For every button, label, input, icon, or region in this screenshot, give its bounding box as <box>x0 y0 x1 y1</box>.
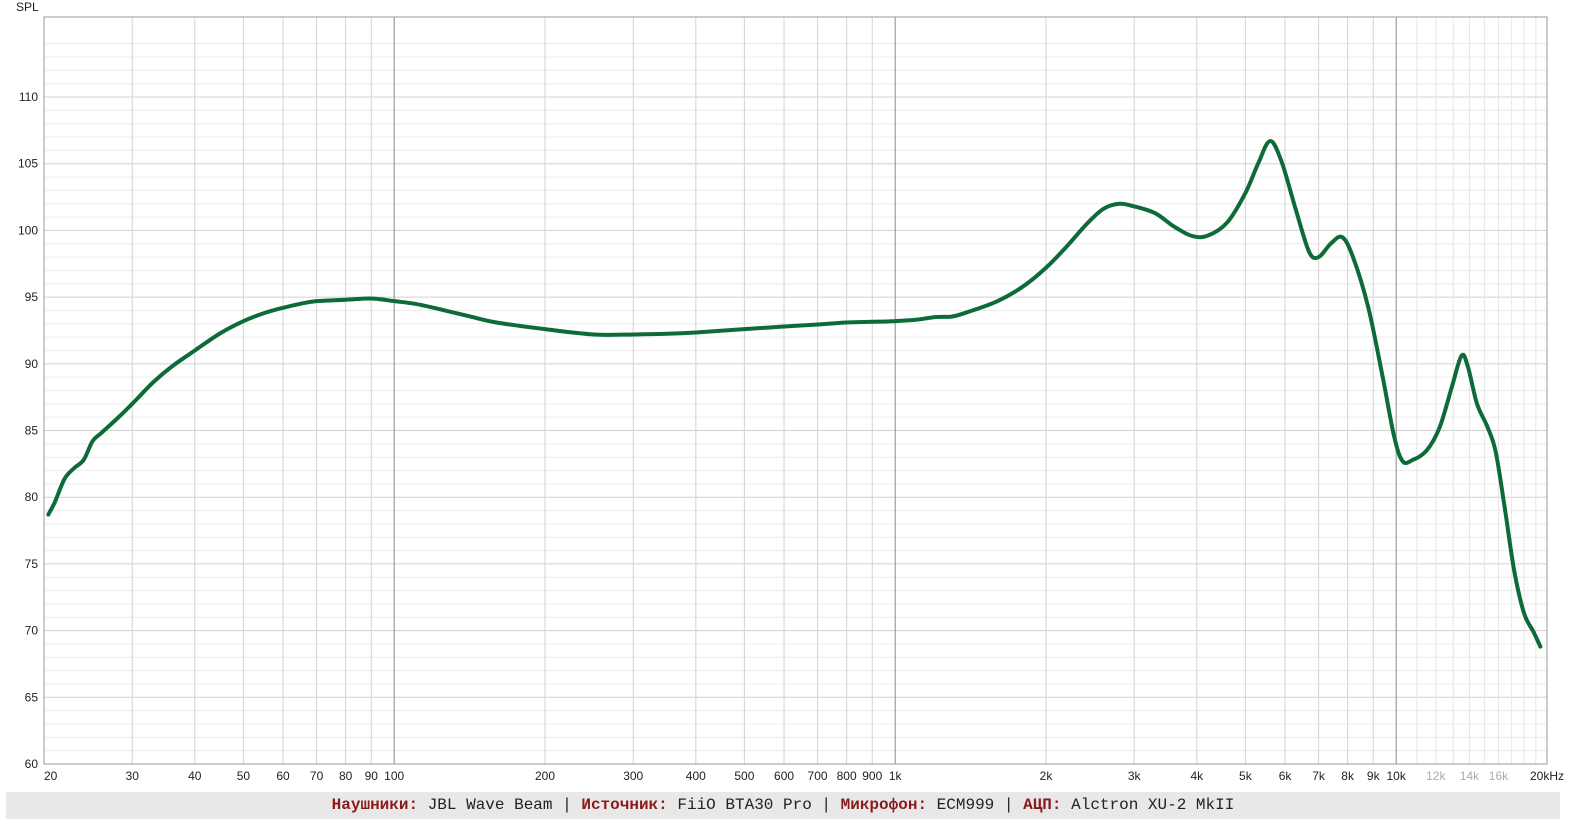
y-tick-label: 90 <box>25 357 39 371</box>
y-tick-label: 100 <box>18 223 38 237</box>
x-tick-label: 800 <box>837 769 857 783</box>
caption-source-key: Источник: <box>581 796 668 814</box>
x-tick-label: 8k <box>1341 769 1355 783</box>
caption-microphone-value: ECM999 <box>936 796 995 814</box>
caption-separator: | <box>562 796 572 814</box>
caption-headphones-value: JBL Wave Beam <box>427 796 553 814</box>
x-tick-label: 10k <box>1387 769 1407 783</box>
x-tick-label: 5k <box>1239 769 1253 783</box>
x-tick-label: 400 <box>686 769 706 783</box>
caption-microphone-key: Микрофон: <box>840 796 928 814</box>
x-tick-label: 14k <box>1460 769 1480 783</box>
x-tick-label: 7k <box>1312 769 1326 783</box>
x-tick-label: 3k <box>1128 769 1142 783</box>
x-tick-label: 20kHz <box>1530 769 1564 783</box>
y-tick-labels: 60 65 70 75 80 85 90 95 100 105 110 <box>18 90 38 771</box>
x-tick-labels: 20 30 40 50 60 70 80 90 100 200 300 400 500 600 700 800… <box>44 769 1564 783</box>
y-tick-label: 85 <box>25 424 39 438</box>
caption-separator: | <box>1003 796 1014 814</box>
y-tick-label: 70 <box>25 624 39 638</box>
caption-adc-value: Alctron XU-2 MkII <box>1071 796 1235 814</box>
x-tick-label: 90 <box>365 769 379 783</box>
caption-source-value: FiiO BTA30 Pro <box>677 796 812 814</box>
measurement-caption: Наушники: JBL Wave Beam | Источник: FiiO… <box>6 792 1560 819</box>
x-tick-label: 16k <box>1489 769 1509 783</box>
x-tick-label: 700 <box>808 769 828 783</box>
x-tick-label: 70 <box>310 769 324 783</box>
x-tick-label: 4k <box>1190 769 1204 783</box>
x-tick-label: 900 <box>862 769 882 783</box>
x-tick-label: 9k <box>1367 769 1381 783</box>
x-tick-label: 2k <box>1040 769 1054 783</box>
x-tick-label: 30 <box>126 769 140 783</box>
y-tick-label: 60 <box>25 757 39 771</box>
x-tick-label: 60 <box>276 769 290 783</box>
y-tick-label: 75 <box>25 557 39 571</box>
y-tick-label: 65 <box>25 690 39 704</box>
x-tick-label: 500 <box>734 769 754 783</box>
x-tick-label: 50 <box>237 769 251 783</box>
x-tick-label: 12k <box>1426 769 1446 783</box>
x-tick-label: 100 <box>384 769 404 783</box>
y-tick-label: 105 <box>18 157 38 171</box>
y-tick-label: 80 <box>25 490 39 504</box>
y-tick-label: 95 <box>25 290 39 304</box>
caption-separator: | <box>821 796 832 814</box>
x-tick-label: 1k <box>889 769 903 783</box>
x-tick-label: 80 <box>339 769 353 783</box>
x-tick-label: 200 <box>535 769 555 783</box>
y-tick-label: 110 <box>19 90 38 104</box>
x-tick-label: 300 <box>623 769 643 783</box>
y-axis-label: SPL <box>16 0 39 14</box>
x-tick-label: 600 <box>774 769 794 783</box>
x-tick-label: 20 <box>44 769 58 783</box>
frequency-response-chart: SPL 60 65 70 75 80 85 90 95 100 105 110 20 30 40 50 60… <box>16 0 1564 783</box>
caption-headphones-key: Наушники: <box>331 796 419 814</box>
caption-adc-key: АЦП: <box>1023 796 1062 814</box>
x-tick-label: 6k <box>1279 769 1293 783</box>
x-tick-label: 40 <box>188 769 202 783</box>
